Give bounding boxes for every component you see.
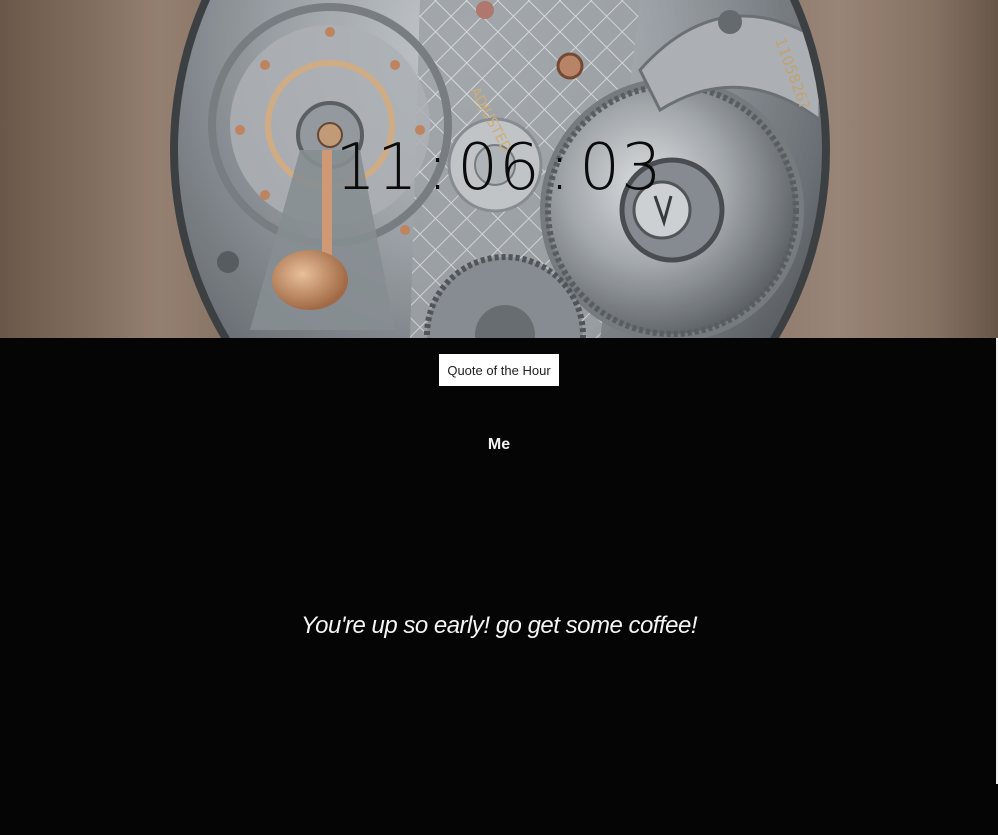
clock-separator: :: [426, 131, 450, 205]
clock-hours: 11: [335, 131, 419, 205]
hero-banner: ADJUSTED 1105826? 11:06:03: [0, 0, 998, 338]
quote-text: You're up so early! go get some coffee!: [301, 612, 698, 639]
clock-seconds: 03: [579, 131, 663, 205]
quote-of-the-hour-button[interactable]: Quote of the Hour: [439, 354, 559, 386]
quote-author: Me: [487, 436, 511, 453]
clock-minutes: 06: [457, 131, 541, 205]
page: ADJUSTED 1105826? 11:06:03 Quote of the …: [0, 0, 998, 835]
clock-separator: :: [548, 131, 572, 205]
clock-display: 11:06:03: [0, 128, 998, 208]
